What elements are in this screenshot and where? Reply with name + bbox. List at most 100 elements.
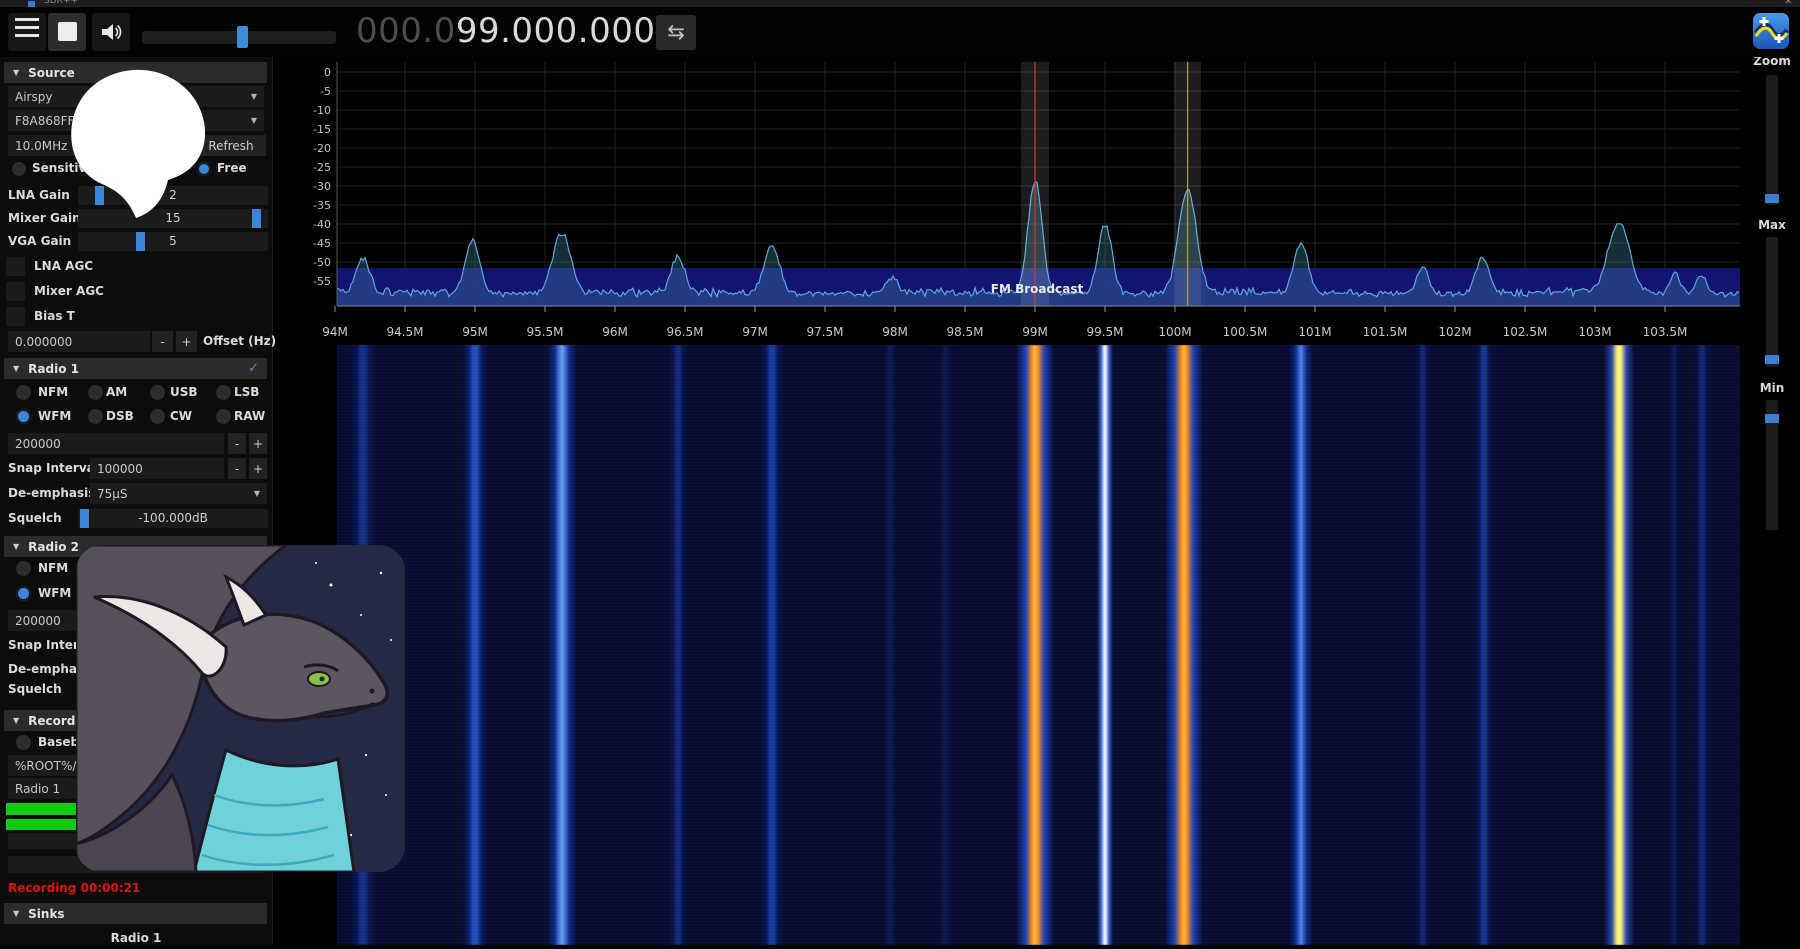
freq-tick-label: 99.5M bbox=[1086, 325, 1123, 339]
waterfall-signal-stripe bbox=[1604, 345, 1634, 945]
toolbar: 000.099.000.000 ⇆ bbox=[0, 7, 1800, 57]
frequency-display[interactable]: 000.099.000.000 bbox=[356, 11, 656, 51]
freq-tick-label: 96.5M bbox=[666, 325, 703, 339]
bandplan-label: FM Broadcast bbox=[991, 282, 1084, 296]
freq-tick-label: 97M bbox=[742, 325, 768, 339]
close-icon[interactable]: ✕ bbox=[1784, 0, 1792, 7]
chevron-down-icon: ▼ bbox=[254, 489, 260, 498]
source-device-value: Airspy bbox=[15, 90, 52, 104]
vfo-swap-button[interactable]: ⇆ bbox=[656, 15, 696, 50]
radio1-snap-label: Snap Interval bbox=[8, 458, 99, 479]
radio1-squelch-slider[interactable]: -100.000dB bbox=[78, 509, 268, 528]
display-settings-icon[interactable] bbox=[1752, 12, 1790, 50]
freq-tick-label: 101.5M bbox=[1363, 325, 1408, 339]
max-slider-label: Max bbox=[1746, 218, 1798, 232]
waterfall-signal-stripe bbox=[1474, 345, 1494, 945]
radio1-snap-minus-button[interactable]: - bbox=[228, 458, 246, 479]
radio1-mode-cw-radio[interactable] bbox=[150, 409, 165, 424]
enabled-check-icon[interactable]: ✓ bbox=[248, 361, 259, 376]
waterfall-signal-stripe bbox=[1693, 345, 1711, 945]
radio1-section-header[interactable]: ▼ Radio 1 ✓ bbox=[4, 358, 267, 379]
waterfall-signal-stripe bbox=[1415, 345, 1431, 945]
freq-tick-label: 100.5M bbox=[1223, 325, 1268, 339]
radio2-mode-nfm-radio[interactable] bbox=[16, 561, 31, 576]
db-tick-label: -45 bbox=[313, 237, 331, 250]
radio1-snap-plus-button[interactable]: + bbox=[249, 458, 267, 479]
db-tick-label: 0 bbox=[324, 66, 331, 79]
recording-status-text: Recording 00:00:21 bbox=[8, 881, 140, 895]
vga-gain-label: VGA Gain bbox=[8, 231, 71, 252]
max-slider-handle[interactable] bbox=[1765, 355, 1779, 364]
radio1-mode-usb-label: USB bbox=[170, 382, 198, 403]
db-tick-label: -5 bbox=[320, 85, 331, 98]
zoom-slider[interactable] bbox=[1766, 75, 1778, 205]
sinks-section-header[interactable]: ▼ Sinks bbox=[4, 903, 267, 924]
collapse-triangle-icon: ▼ bbox=[13, 68, 19, 77]
offset-minus-button[interactable]: - bbox=[152, 331, 173, 352]
freq-tick-label: 103.5M bbox=[1643, 325, 1688, 339]
radio1-mode-dsb-label: DSB bbox=[106, 406, 134, 427]
radio1-mode-wfm-radio[interactable] bbox=[16, 409, 31, 424]
radio1-bandwidth-value: 200000 bbox=[15, 437, 61, 451]
gain-mode-sensitive-radio[interactable] bbox=[12, 162, 26, 176]
freq-tick-label: 99M bbox=[1022, 325, 1048, 339]
radio1-header-label: Radio 1 bbox=[28, 362, 79, 376]
freq-tick-label: 98.5M bbox=[946, 325, 983, 339]
bias-t-checkbox[interactable] bbox=[6, 307, 25, 326]
radio1-mode-lsb-label: LSB bbox=[234, 382, 259, 403]
radio1-mode-nfm-radio[interactable] bbox=[16, 385, 31, 400]
radio1-bandwidth-minus-button[interactable]: - bbox=[228, 433, 246, 454]
db-tick-label: -40 bbox=[313, 218, 331, 231]
radio1-mode-raw-radio[interactable] bbox=[216, 409, 231, 424]
chevron-down-icon: ▼ bbox=[251, 116, 257, 125]
volume-mute-button[interactable] bbox=[92, 13, 130, 51]
waterfall-signal-stripe bbox=[938, 345, 952, 945]
min-slider-handle[interactable] bbox=[1765, 414, 1779, 423]
offset-input[interactable]: 0.000000 bbox=[8, 331, 150, 352]
waterfall-display[interactable] bbox=[337, 345, 1740, 945]
offset-value: 0.000000 bbox=[15, 335, 72, 349]
sinks-header-label: Sinks bbox=[28, 907, 64, 921]
radio2-mode-wfm-radio[interactable] bbox=[16, 586, 31, 601]
radio1-bandwidth-plus-button[interactable]: + bbox=[249, 433, 267, 454]
collapse-triangle-icon: ▼ bbox=[13, 716, 19, 725]
collapse-triangle-icon: ▼ bbox=[13, 364, 19, 373]
waterfall-signal-stripe bbox=[1016, 345, 1054, 945]
db-tick-label: -55 bbox=[313, 275, 331, 288]
mixer-agc-checkbox[interactable] bbox=[6, 282, 25, 301]
freq-tick-label: 95.5M bbox=[526, 325, 563, 339]
max-slider[interactable] bbox=[1766, 237, 1778, 367]
window-title: SDR++ bbox=[44, 0, 78, 6]
radio2-mode-nfm-label: NFM bbox=[38, 558, 68, 579]
radio1-mode-am-label: AM bbox=[106, 382, 127, 403]
volume-slider-handle[interactable] bbox=[237, 26, 248, 48]
stop-icon bbox=[58, 22, 77, 41]
frequency-value: 99.000.000 bbox=[456, 11, 656, 51]
radio1-mode-lsb-radio[interactable] bbox=[216, 385, 231, 400]
volume-slider[interactable] bbox=[142, 31, 336, 44]
zoom-slider-handle[interactable] bbox=[1765, 194, 1779, 203]
waterfall-signal-stripe bbox=[1165, 345, 1203, 945]
recorder-baseband-radio[interactable] bbox=[16, 735, 31, 750]
offset-plus-button[interactable]: + bbox=[176, 331, 197, 352]
menu-button[interactable] bbox=[8, 13, 46, 51]
waterfall-signal-stripe bbox=[1289, 345, 1313, 945]
stop-button[interactable] bbox=[48, 13, 86, 51]
freq-tick-label: 94.5M bbox=[386, 325, 423, 339]
swap-arrows-icon: ⇆ bbox=[667, 20, 685, 44]
radio1-mode-am-radio[interactable] bbox=[88, 385, 103, 400]
radio1-bandwidth-input[interactable]: 200000 bbox=[8, 433, 224, 454]
min-slider[interactable] bbox=[1766, 400, 1778, 530]
radio1-mode-usb-radio[interactable] bbox=[150, 385, 165, 400]
db-tick-label: -35 bbox=[313, 199, 331, 212]
radio1-deemphasis-select[interactable]: 75µS ▼ bbox=[90, 483, 267, 504]
radio1-mode-dsb-radio[interactable] bbox=[88, 409, 103, 424]
lna-agc-checkbox[interactable] bbox=[6, 257, 25, 276]
vga-gain-slider[interactable]: 5 bbox=[78, 232, 268, 251]
offset-label: Offset (Hz) bbox=[203, 331, 276, 352]
mixer-agc-label: Mixer AGC bbox=[34, 281, 104, 302]
freq-tick-label: 102M bbox=[1438, 325, 1471, 339]
window-titlebar: SDR++ ✕ bbox=[0, 0, 1800, 7]
speaker-icon bbox=[99, 20, 123, 44]
radio1-snap-input[interactable]: 100000 bbox=[90, 458, 224, 479]
